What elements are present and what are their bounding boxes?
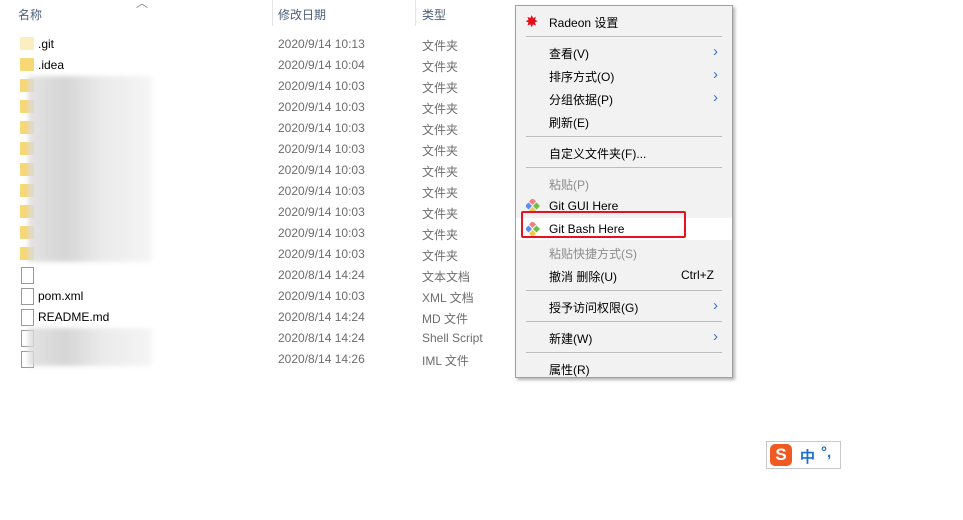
file-date: 2020/9/14 10:03 [278,121,365,135]
file-date: 2020/8/14 14:24 [278,310,365,324]
file-type: IML 文件 [422,354,469,368]
blurred-names [28,76,152,262]
sort-up-icon: ︿ [136,0,149,10]
file-icon [21,309,34,326]
file-type: 文件夹 [422,39,459,53]
menu-item-label: 撤消 删除(U) [549,270,617,284]
menu-shortcut: Ctrl+Z [681,268,714,282]
file-name: README.md [38,310,110,324]
menu-item-label: 刷新(E) [549,116,589,130]
file-date: 2020/9/14 10:03 [278,142,365,156]
menu-item-label: 查看(V) [549,47,589,61]
menu-item[interactable]: 分组依据(P) › [516,87,732,109]
file-date: 2020/9/14 10:03 [278,184,365,198]
file-type: 文件夹 [422,60,459,74]
file-row[interactable]: .git 2020/9/14 10:13 文件夹 [0,34,510,55]
file-type: 文件夹 [422,228,459,242]
file-type: 文件夹 [422,207,459,221]
file-date: 2020/9/14 10:03 [278,163,365,177]
context-menu: ✸ Radeon 设置 查看(V) › 排序方式(O) › 分组依据(P) › 刷新(E) 自定义… [515,5,733,378]
file-icon [21,267,34,284]
file-name: .idea [38,58,65,72]
menu-separator [526,290,722,291]
menu-item-label: 粘贴(P) [549,178,589,192]
file-type: 文件夹 [422,102,459,116]
menu-item-label: 授予访问权限(G) [549,301,639,315]
chevron-right-icon: › [713,328,718,345]
folder-icon [20,58,34,71]
ime-indicator[interactable]: S 中 °, [766,441,841,469]
ime-punct: °, [821,444,832,461]
file-date: 2020/9/14 10:13 [278,37,365,51]
file-type: 文件夹 [422,81,459,95]
menu-item[interactable]: 属性(R) [516,357,732,379]
ime-mode: 中 [800,449,816,466]
menu-item-label: 分组依据(P) [549,93,613,107]
menu-item[interactable]: 排序方式(O) › [516,64,732,86]
file-date: 2020/8/14 14:26 [278,352,365,366]
menu-item[interactable]: 粘贴(P) [516,172,732,194]
menu-item-label: Radeon 设置 [549,16,619,30]
file-date: 2020/8/14 14:24 [278,268,365,282]
menu-item-label: 新建(W) [549,332,593,346]
file-type: XML 文档 [422,291,474,305]
file-icon [21,288,34,305]
file-row[interactable]: 2020/8/14 14:24 文本文档 [0,265,510,286]
menu-separator [526,167,722,168]
menu-separator [526,136,722,137]
file-type: 文件夹 [422,186,459,200]
menu-item[interactable]: 授予访问权限(G) › [516,295,732,317]
file-row[interactable]: pom.xml 2020/9/14 10:03 XML 文档 [0,286,510,307]
blurred-names [28,328,152,366]
folder-icon [20,37,34,50]
file-date: 2020/9/14 10:03 [278,226,365,240]
sogou-logo-icon: S [770,444,792,466]
file-name: pom.xml [38,289,84,303]
highlight-box [521,211,686,238]
menu-separator [526,321,722,322]
file-type: MD 文件 [422,312,468,326]
file-date: 2020/9/14 10:03 [278,205,365,219]
menu-item[interactable]: 自定义文件夹(F)... [516,141,732,163]
menu-separator [526,36,722,37]
menu-item[interactable]: 粘贴快捷方式(S) [516,241,732,263]
column-header-name[interactable]: 名称 [18,6,42,23]
file-date: 2020/8/14 14:24 [278,331,365,345]
column-header-date[interactable]: 修改日期 [278,6,326,23]
menu-item-label: 属性(R) [549,363,590,377]
menu-item[interactable]: 撤消 删除(U) Ctrl+Z [516,264,732,286]
file-date: 2020/9/14 10:03 [278,100,365,114]
chevron-right-icon: › [713,43,718,60]
column-header-type[interactable]: 类型 [422,6,446,23]
file-date: 2020/9/14 10:04 [278,58,365,72]
chevron-right-icon: › [713,89,718,106]
file-type: Shell Script [422,331,483,345]
file-name: .git [38,37,55,51]
file-type: 文本文档 [422,270,471,284]
file-type: 文件夹 [422,249,459,263]
chevron-right-icon: › [713,66,718,83]
menu-item[interactable]: 新建(W) › [516,326,732,348]
menu-item[interactable]: ✸ Radeon 设置 [516,10,732,32]
column-divider[interactable] [415,0,416,26]
menu-item-label: 排序方式(O) [549,70,615,84]
chevron-right-icon: › [713,297,718,314]
menu-item[interactable]: 查看(V) › [516,41,732,63]
file-row[interactable]: .idea 2020/9/14 10:04 文件夹 [0,55,510,76]
radeon-icon: ✸ [525,14,539,31]
file-date: 2020/9/14 10:03 [278,247,365,261]
menu-item[interactable]: 刷新(E) [516,110,732,132]
column-divider[interactable] [272,0,273,26]
menu-separator [526,352,722,353]
file-date: 2020/9/14 10:03 [278,289,365,303]
menu-item-label: 自定义文件夹(F)... [549,147,647,161]
file-type: 文件夹 [422,144,459,158]
file-type: 文件夹 [422,165,459,179]
file-date: 2020/9/14 10:03 [278,79,365,93]
file-row[interactable]: README.md 2020/8/14 14:24 MD 文件 [0,307,510,328]
file-type: 文件夹 [422,123,459,137]
menu-item-label: 粘贴快捷方式(S) [549,247,637,261]
